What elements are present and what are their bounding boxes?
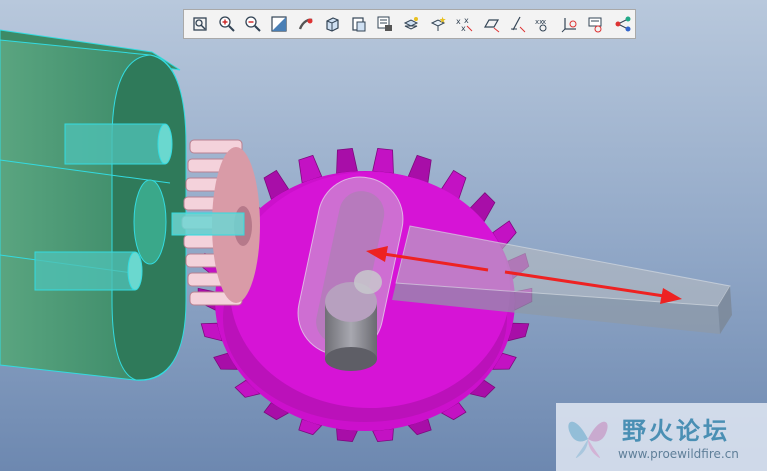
datum-axes-icon (511, 16, 526, 33)
datum-axes-button[interactable] (505, 12, 529, 36)
appearance-icon (430, 16, 446, 31)
svg-text:x: x (461, 24, 466, 33)
view-manager-icon (377, 16, 393, 31)
repaint-button[interactable] (267, 12, 291, 36)
zoom-in-button[interactable] (214, 12, 238, 36)
refit-icon (193, 17, 207, 31)
spin-center-icon (298, 18, 313, 30)
crank-pin-bottom (325, 347, 377, 371)
datum-points-icon: x xx (456, 16, 473, 33)
saved-views-button[interactable] (346, 12, 370, 36)
model-scene[interactable] (0, 0, 767, 471)
csys-display-button[interactable] (558, 12, 582, 36)
housing-pin-end (157, 123, 173, 165)
annotation-display-icon (588, 17, 602, 33)
butterfly-logo (568, 421, 608, 459)
appearance-button[interactable] (426, 12, 450, 36)
housing-pin (64, 123, 166, 165)
spin-center-button[interactable] (294, 12, 318, 36)
housing-pin (34, 251, 136, 291)
datum-planes-icon (483, 19, 499, 33)
zoom-in-icon (218, 16, 235, 32)
graphics-window[interactable]: x x x xx x 野火论坛 www.proewildfire.cn (0, 0, 767, 471)
point-display-icon: xxx (535, 18, 547, 32)
watermark-url: www.proewildfire.cn (618, 447, 739, 461)
view-manager-button[interactable] (373, 12, 397, 36)
annotation-display-button[interactable] (584, 12, 608, 36)
datum-planes-button[interactable] (478, 12, 502, 36)
refit-button[interactable] (188, 12, 212, 36)
watermark-title: 野火论坛 (622, 417, 730, 445)
connections-icon (615, 16, 631, 32)
csys-display-icon (561, 18, 577, 33)
large-gear-tooth (336, 147, 358, 174)
zoom-out-icon (245, 16, 261, 32)
saved-views-icon (352, 17, 366, 32)
forum-watermark: 野火论坛 www.proewildfire.cn (556, 403, 767, 471)
connections-button[interactable] (611, 12, 635, 36)
zoom-out-button[interactable] (241, 12, 265, 36)
motor-shaft (171, 212, 245, 236)
datum-points-button[interactable]: xxx (452, 12, 476, 36)
layers-button[interactable] (399, 12, 423, 36)
display-style-button[interactable] (320, 12, 344, 36)
large-gear-tooth (372, 147, 394, 174)
point-display-button[interactable]: xx x (531, 12, 555, 36)
housing-pin-end (127, 251, 143, 291)
layers-icon (404, 17, 419, 30)
housing-bore (133, 179, 167, 265)
motor-housing[interactable] (0, 29, 187, 381)
display-style-icon (326, 17, 339, 32)
repaint-icon (271, 16, 288, 32)
slot-cam-hub (354, 270, 382, 294)
view-toolbar: x x x xx x (183, 9, 636, 39)
